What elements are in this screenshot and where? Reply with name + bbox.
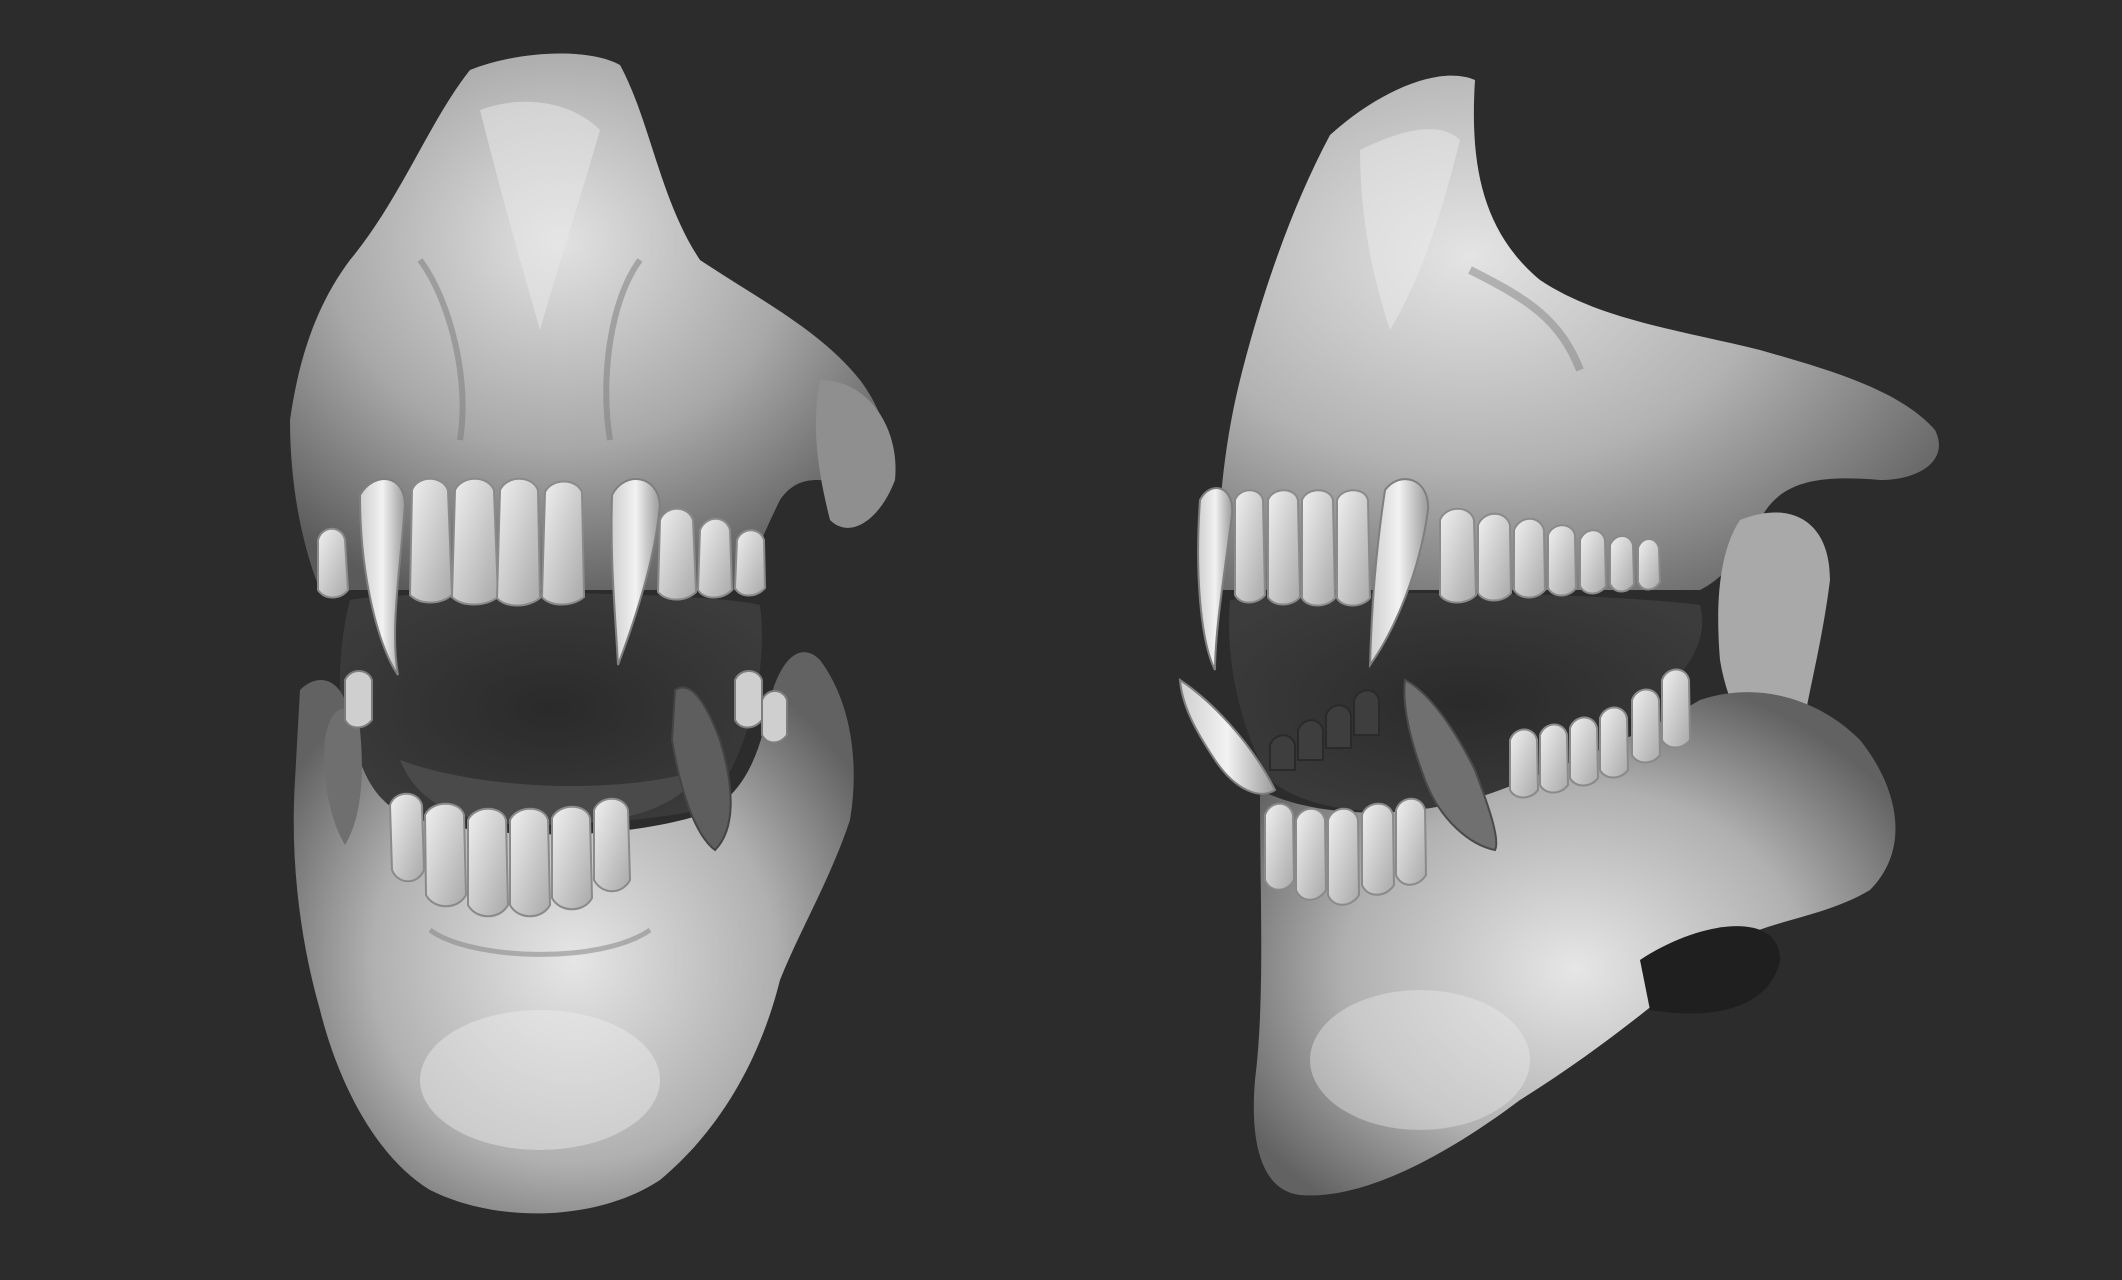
render-viewport (0, 0, 2122, 1280)
fanged-jaw-front-icon (290, 53, 896, 1214)
fanged-jaw-side-icon (1178, 75, 1939, 1196)
